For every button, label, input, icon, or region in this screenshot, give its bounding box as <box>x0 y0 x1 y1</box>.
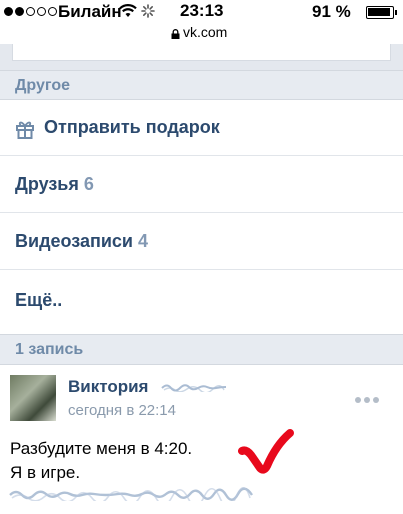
post-timestamp[interactable]: сегодня в 22:14 <box>68 402 176 419</box>
redacted-link <box>9 487 253 501</box>
section-header-posts-label: 1 запись <box>15 341 84 358</box>
clock: 23:13 <box>180 1 224 20</box>
battery-percent: 91 % <box>312 2 351 21</box>
friends-label: Друзья <box>15 174 79 194</box>
post-body: Разбудите меня в 4:20. Я в игре. <box>10 437 192 485</box>
menu-item-friends[interactable]: Друзья 6 <box>0 157 403 213</box>
videos-label: Видеозаписи <box>15 231 133 251</box>
avatar[interactable] <box>10 375 56 421</box>
post-text-line-1: Разбудите меня в 4:20. <box>10 439 193 458</box>
url-text: vk.com <box>183 24 228 40</box>
videos-count: 4 <box>138 231 149 251</box>
post-author[interactable]: Виктория <box>68 377 148 397</box>
address-bar[interactable]: vk.com <box>0 24 403 44</box>
menu-item-more[interactable]: Ещё.. <box>0 271 403 334</box>
post-text-line-2: Я в игре. <box>10 463 81 482</box>
status-bar: Билайн 23:13 91 % <box>0 0 403 24</box>
carrier-name: Билайн <box>58 2 122 21</box>
section-header-posts: 1 запись <box>0 334 403 365</box>
signal-strength-icon <box>4 7 57 16</box>
videos-row-text: Видеозаписи 4 <box>15 231 148 252</box>
loading-spinner-icon <box>141 4 155 18</box>
section-header-other: Другое <box>0 70 403 100</box>
previous-card-edge <box>12 44 391 61</box>
friends-count: 6 <box>83 174 94 194</box>
gift-icon <box>16 121 34 139</box>
send-gift-label: Отправить подарок <box>44 117 220 137</box>
menu-item-videos[interactable]: Видеозаписи 4 <box>0 214 403 270</box>
menu-item-send-gift[interactable]: Отправить подарок <box>0 100 403 156</box>
redacted-surname <box>161 384 227 392</box>
wall-post: Виктория сегодня в 22:14 Разбудите меня … <box>0 365 403 514</box>
page-top-band <box>0 44 403 70</box>
battery-icon <box>366 6 397 19</box>
more-label: Ещё.. <box>15 290 63 310</box>
friends-row-text: Друзья 6 <box>15 174 94 195</box>
red-checkmark-annotation <box>238 429 294 474</box>
lock-icon <box>171 29 180 39</box>
section-header-other-label: Другое <box>15 77 70 94</box>
post-menu-icon[interactable] <box>355 397 379 403</box>
wifi-icon <box>119 4 137 17</box>
